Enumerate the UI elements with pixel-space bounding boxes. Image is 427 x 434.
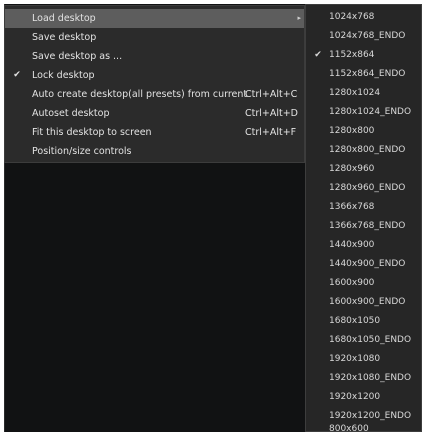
submenu-item[interactable]: 1440x900 xyxy=(306,236,421,255)
submenu-item[interactable]: 1680x1050 xyxy=(306,312,421,331)
submenu-item-label: 1600x900_ENDO xyxy=(329,297,406,307)
submenu-item[interactable]: 1680x1050_ENDO xyxy=(306,331,421,350)
submenu-item[interactable]: 1440x900_ENDO xyxy=(306,255,421,274)
menu-item-load-desktop[interactable]: Load desktop ▸ xyxy=(5,9,304,28)
submenu-item[interactable]: 1280x1024 xyxy=(306,84,421,103)
menu-item-shortcut: Ctrl+Alt+F xyxy=(245,127,297,138)
submenu-item[interactable]: 1280x960_ENDO xyxy=(306,179,421,198)
menu-item-autoset-desktop[interactable]: Autoset desktop Ctrl+Alt+D xyxy=(5,104,304,123)
menu-item-label: Fit this desktop to screen xyxy=(32,127,152,138)
menu-item-save-desktop[interactable]: Save desktop xyxy=(5,28,304,47)
submenu-item[interactable]: 1366x768 xyxy=(306,198,421,217)
menu-item-label: Position/size controls xyxy=(32,146,132,157)
menu-item-label: Load desktop xyxy=(32,13,96,24)
load-desktop-submenu: 1024x768 1024x768_ENDO ✔ 1152x864 1152x8… xyxy=(305,4,422,434)
submenu-item[interactable]: 1366x768_ENDO xyxy=(306,217,421,236)
submenu-item-label: 800x600 xyxy=(329,424,369,434)
desktop-context-menu: Load desktop ▸ Save desktop Save desktop… xyxy=(4,5,305,163)
submenu-item-label: 1280x1024_ENDO xyxy=(329,107,412,117)
menu-item-shortcut: Ctrl+Alt+C xyxy=(245,89,298,100)
submenu-item-label: 1680x1050 xyxy=(329,316,381,326)
submenu-item-label: 1920x1080 xyxy=(329,354,381,364)
submenu-item-label: 1920x1080_ENDO xyxy=(329,373,412,383)
submenu-item-selected[interactable]: ✔ 1152x864 xyxy=(306,46,421,65)
submenu-item[interactable]: 1920x1200 xyxy=(306,388,421,407)
menu-item-label: Save desktop as ... xyxy=(32,51,123,62)
submenu-item[interactable]: 1920x1080_ENDO xyxy=(306,369,421,388)
menu-item-position-size-controls[interactable]: Position/size controls xyxy=(5,142,304,161)
check-icon: ✔ xyxy=(13,70,21,80)
submenu-item[interactable]: 1280x800_ENDO xyxy=(306,141,421,160)
submenu-item-label: 1600x900 xyxy=(329,278,375,288)
submenu-item-label: 1680x1050_ENDO xyxy=(329,335,412,345)
submenu-item-label: 1024x768 xyxy=(329,12,375,22)
menu-item-label: Lock desktop xyxy=(32,70,95,81)
submenu-item-label: 1280x960 xyxy=(329,164,375,174)
submenu-item-label: 1440x900_ENDO xyxy=(329,259,406,269)
submenu-item-label: 1366x768_ENDO xyxy=(329,221,406,231)
submenu-item[interactable]: 1280x1024_ENDO xyxy=(306,103,421,122)
screen: Load desktop ▸ Save desktop Save desktop… xyxy=(0,0,427,434)
menu-item-auto-create-desktop[interactable]: Auto create desktop(all presets) from cu… xyxy=(5,85,304,104)
submenu-item[interactable]: 1600x900_ENDO xyxy=(306,293,421,312)
submenu-arrow-icon: ▸ xyxy=(297,14,301,22)
submenu-item-label: 1366x768 xyxy=(329,202,375,212)
menu-item-save-desktop-as[interactable]: Save desktop as ... xyxy=(5,47,304,66)
submenu-item-label: 1920x1200 xyxy=(329,392,381,402)
submenu-item[interactable]: 1024x768 xyxy=(306,8,421,27)
submenu-item-label: 1152x864_ENDO xyxy=(329,69,406,79)
submenu-item[interactable]: 1280x960 xyxy=(306,160,421,179)
submenu-item[interactable]: 1280x800 xyxy=(306,122,421,141)
submenu-item[interactable]: 1600x900 xyxy=(306,274,421,293)
submenu-item-label: 1440x900 xyxy=(329,240,375,250)
menu-item-shortcut: Ctrl+Alt+D xyxy=(245,108,299,119)
submenu-item[interactable]: 1152x864_ENDO xyxy=(306,65,421,84)
menu-item-label: Autoset desktop xyxy=(32,108,110,119)
menu-item-label: Save desktop xyxy=(32,32,97,43)
submenu-item-label: 1280x1024 xyxy=(329,88,381,98)
submenu-item[interactable]: 1024x768_ENDO xyxy=(306,27,421,46)
menu-item-label: Auto create desktop(all presets) from cu… xyxy=(32,89,248,100)
submenu-item-label: 1280x800 xyxy=(329,126,375,136)
check-icon: ✔ xyxy=(314,50,322,60)
menu-item-lock-desktop[interactable]: ✔ Lock desktop xyxy=(5,66,304,85)
submenu-item-label: 1024x768_ENDO xyxy=(329,31,406,41)
submenu-item-label: 1280x960_ENDO xyxy=(329,183,406,193)
submenu-item-label: 1280x800_ENDO xyxy=(329,145,406,155)
menu-item-fit-desktop-to-screen[interactable]: Fit this desktop to screen Ctrl+Alt+F xyxy=(5,123,304,142)
submenu-item[interactable]: 800x600 xyxy=(306,424,421,434)
submenu-item-label: 1152x864 xyxy=(329,50,375,60)
submenu-item[interactable]: 1920x1080 xyxy=(306,350,421,369)
